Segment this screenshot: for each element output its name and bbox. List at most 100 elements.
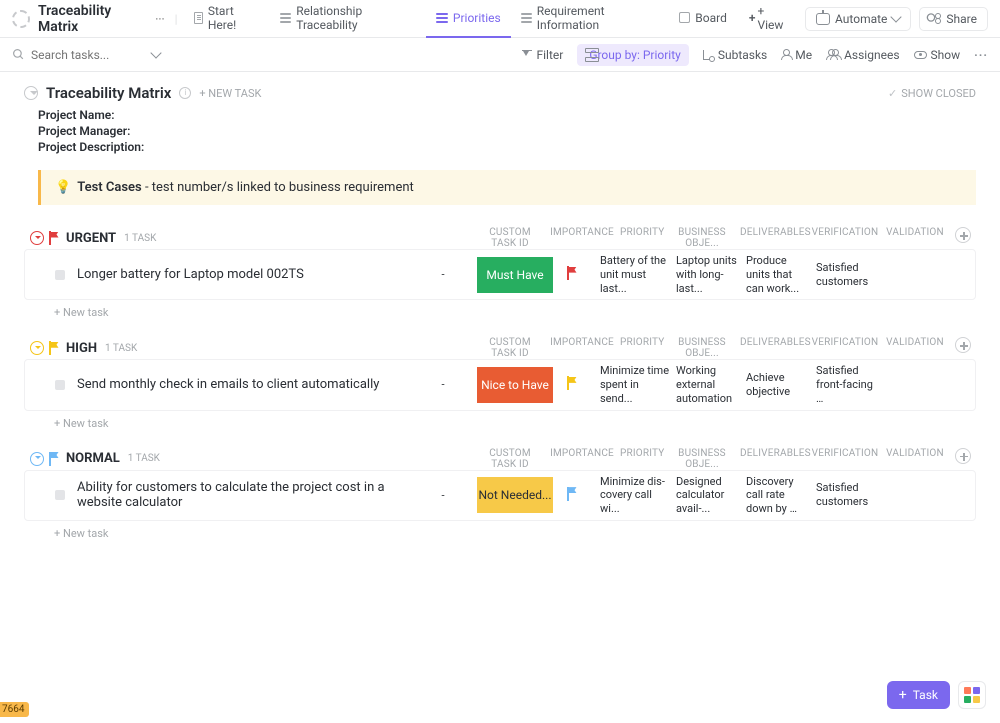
top-bar: Traceability Matrix ··· | Start Here!Rel… [0, 0, 1000, 38]
col-validation[interactable]: VALIDATION [880, 448, 950, 470]
filter-label: Filter [536, 48, 563, 62]
col-importance[interactable]: IMPORTANCE [544, 448, 620, 470]
add-task-button[interactable]: + New task [54, 527, 976, 540]
breadcrumb-title[interactable]: Traceability Matrix [38, 3, 149, 35]
filter-button[interactable]: Filter [522, 48, 563, 62]
tab-label: Requirement Information [537, 4, 660, 32]
collapse-group-icon[interactable] [30, 341, 44, 355]
automate-button[interactable]: Automate [805, 7, 911, 31]
breadcrumb-more-icon[interactable]: ··· [155, 12, 164, 26]
show-closed-button[interactable]: ✓SHOW CLOSED [888, 87, 976, 100]
info-icon[interactable]: i [179, 87, 191, 99]
group-by-pill[interactable]: Group by: Priority [577, 44, 689, 66]
cell-importance[interactable]: Nice to Have [477, 367, 553, 403]
chevron-down-icon[interactable] [150, 47, 161, 58]
new-task-inline-button[interactable]: + NEW TASK [199, 87, 261, 100]
cell-deliverables[interactable]: Working exter­nal automation [673, 364, 743, 405]
group-name[interactable]: NORMAL [66, 451, 120, 466]
task-row[interactable]: Ability for customers to calculate the p… [24, 470, 976, 521]
status-square-icon[interactable] [55, 380, 65, 390]
add-column-button[interactable] [950, 448, 976, 470]
col-priority[interactable]: PRIORITY [620, 337, 664, 359]
me-button[interactable]: Me [781, 48, 812, 62]
cell-deliverables[interactable]: Laptop units with long-last... [673, 254, 743, 295]
cell-priority[interactable] [553, 376, 597, 393]
status-square-icon[interactable] [55, 490, 65, 500]
cell-business-obj[interactable]: Minimize dis­covery call wi... [597, 475, 673, 516]
add-view-label: + View [757, 4, 791, 32]
app-icon [12, 10, 30, 28]
status-square-icon[interactable] [55, 270, 65, 280]
people-icon [826, 49, 840, 60]
section-title[interactable]: Traceability Matrix [46, 84, 171, 102]
group-name[interactable]: HIGH [66, 341, 97, 356]
cell-priority[interactable] [553, 266, 597, 283]
col-validation[interactable]: VALIDATION [880, 337, 950, 359]
cell-verification[interactable]: Discovery call rate down by … [743, 475, 813, 516]
cell-business-obj[interactable]: Battery of the unit must last... [597, 254, 673, 295]
assignees-button[interactable]: Assignees [826, 48, 899, 62]
cell-validation[interactable]: Satisfied customers [813, 481, 883, 509]
add-task-button[interactable]: + New task [54, 417, 976, 430]
cell-validation[interactable]: Satisfied front-facing … [813, 364, 883, 405]
task-title[interactable]: Send monthly check in emails to client a… [77, 377, 409, 392]
search-input[interactable] [31, 48, 146, 62]
col-priority[interactable]: PRIORITY [620, 448, 664, 470]
task-row[interactable]: Longer battery for Laptop model 002TS-Mu… [24, 249, 976, 300]
collapse-group-icon[interactable] [30, 452, 44, 466]
cell-verification[interactable]: Achieve objective [743, 371, 813, 399]
col-importance[interactable]: IMPORTANCE [544, 227, 620, 249]
more-menu-icon[interactable]: ··· [974, 48, 988, 62]
cell-validation[interactable]: Satisfied customers [813, 261, 883, 289]
task-title[interactable]: Longer battery for Laptop model 002TS [77, 267, 409, 282]
cell-custom-id[interactable]: - [409, 489, 477, 502]
cell-business-obj[interactable]: Minimize time spent in send... [597, 364, 673, 405]
col-business-obj[interactable]: BUSINESS OBJE... [664, 227, 740, 249]
col-business-obj[interactable]: BUSINESS OBJE... [664, 337, 740, 359]
tab-label: Priorities [453, 11, 501, 25]
cell-importance[interactable]: Must Have [477, 257, 553, 293]
col-deliverables[interactable]: DELIVERABLES [740, 448, 810, 470]
tab-board[interactable]: Board [669, 0, 737, 38]
tab-start-here-[interactable]: Start Here! [184, 0, 271, 38]
cell-verification[interactable]: Produce units that can work... [743, 254, 813, 295]
col-importance[interactable]: IMPORTANCE [544, 337, 620, 359]
collapse-group-icon[interactable] [30, 231, 44, 245]
cell-deliverables[interactable]: Designed cal­culator avail-... [673, 475, 743, 516]
cell-custom-id[interactable]: - [409, 268, 477, 281]
section-header: Traceability Matrix i + NEW TASK ✓SHOW C… [24, 84, 976, 102]
apps-fab[interactable] [958, 681, 986, 709]
tab-relationship-traceability[interactable]: Relationship Traceability [270, 0, 426, 38]
add-column-button[interactable] [950, 227, 976, 249]
col-priority[interactable]: PRIORITY [620, 227, 664, 249]
tab-priorities[interactable]: Priorities [426, 0, 511, 38]
col-custom-id[interactable]: CUSTOM TASK ID [476, 337, 544, 359]
show-button[interactable]: Show [914, 48, 961, 62]
share-button[interactable]: Share [919, 7, 988, 31]
col-verification[interactable]: VERIFICATION [810, 448, 880, 470]
me-label: Me [795, 48, 812, 62]
col-verification[interactable]: VERIFICATION [810, 227, 880, 249]
cell-importance[interactable]: Not Needed... [477, 477, 553, 513]
tab-requirement-information[interactable]: Requirement Information [511, 0, 670, 38]
add-view-button[interactable]: + + View [739, 0, 801, 38]
col-business-obj[interactable]: BUSINESS OBJE... [664, 448, 740, 470]
new-task-fab[interactable]: +Task [887, 681, 950, 709]
col-custom-id[interactable]: CUSTOM TASK ID [476, 448, 544, 470]
search-wrap[interactable] [12, 48, 160, 62]
cell-priority[interactable] [553, 487, 597, 504]
task-row[interactable]: Send monthly check in emails to client a… [24, 359, 976, 410]
col-deliverables[interactable]: DELIVERABLES [740, 227, 810, 249]
check-icon: ✓ [888, 87, 897, 100]
group-name[interactable]: URGENT [66, 231, 116, 246]
subtasks-button[interactable]: Subtasks [703, 48, 767, 62]
collapse-section-icon[interactable] [24, 86, 38, 100]
cell-custom-id[interactable]: - [409, 378, 477, 391]
task-title[interactable]: Ability for customers to calculate the p… [77, 480, 409, 510]
add-task-button[interactable]: + New task [54, 306, 976, 319]
col-deliverables[interactable]: DELIVERABLES [740, 337, 810, 359]
add-column-button[interactable] [950, 337, 976, 359]
col-verification[interactable]: VERIFICATION [810, 337, 880, 359]
col-validation[interactable]: VALIDATION [880, 227, 950, 249]
col-custom-id[interactable]: CUSTOM TASK ID [476, 227, 544, 249]
